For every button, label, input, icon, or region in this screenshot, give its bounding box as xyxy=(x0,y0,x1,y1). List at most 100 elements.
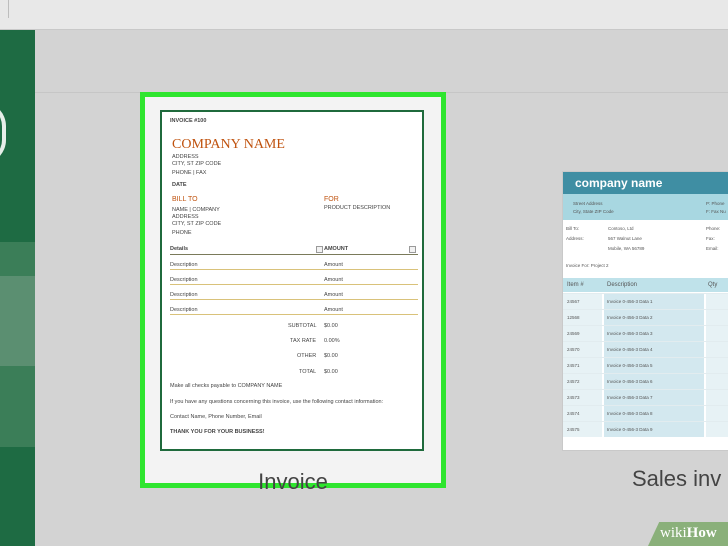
invoice-details-header: Details xyxy=(170,246,189,252)
sidebar-highlight xyxy=(0,276,35,366)
header-rule xyxy=(170,254,418,255)
row-item: 24573 xyxy=(567,395,580,400)
row-description: Invoice 0-456-3 Data 8 xyxy=(607,411,653,416)
col-description: Description xyxy=(607,282,638,288)
invoice-bill-name: NAME | COMPANY xyxy=(172,207,220,213)
invoice-template-card[interactable]: INVOICE #100 COMPANY NAME ADDRESS CITY, … xyxy=(140,92,446,494)
row-description: Invoice 0-456-3 Data 5 xyxy=(607,363,653,368)
invoice-date: DATE xyxy=(172,182,187,188)
sales-city-state: City, State ZIP Code xyxy=(573,209,614,214)
table-row: 24575 Invoice 0-456-3 Data 9 xyxy=(563,421,728,437)
invoice-template-title: Invoice xyxy=(258,469,328,494)
sales-bill-to-label: Bill To: xyxy=(566,226,580,231)
checks-note: Make all checks payable to COMPANY NAME xyxy=(170,383,283,389)
wikihow-watermark: wikiHow xyxy=(648,522,728,546)
invoice-bill-phone: PHONE xyxy=(172,230,192,236)
invoice-thumbnail: INVOICE #100 COMPANY NAME ADDRESS CITY, … xyxy=(160,110,424,451)
sales-phone: P: Phone xyxy=(706,201,725,206)
total-label: TOTAL xyxy=(299,369,317,375)
invoice-amount-header: AMOUNT xyxy=(324,246,349,252)
sales-address-band: Street Address City, State ZIP Code P: P… xyxy=(563,194,728,220)
invoice-bill-to: BILL TO xyxy=(172,196,198,203)
row-description: Invoice 0-456-3 Data 2 xyxy=(607,315,653,320)
table-row: 12568 Invoice 0-456-3 Data 2 xyxy=(563,309,728,325)
line-item-description: Description xyxy=(170,277,198,283)
sales-header-band: company name xyxy=(563,172,728,194)
amount-filter-icon xyxy=(409,246,416,253)
subtotal-value: $0.00 xyxy=(324,323,338,329)
col-item: Item # xyxy=(567,282,584,288)
sidebar-new-item[interactable] xyxy=(0,242,35,447)
sales-company-name: company name xyxy=(575,176,663,190)
sales-street: Street Address xyxy=(573,201,603,206)
thank-you-line: THANK YOU FOR YOUR BUSINESS! xyxy=(170,429,265,435)
line-item-rule xyxy=(170,269,418,270)
invoice-bill-city: CITY, ST ZIP CODE xyxy=(172,221,222,227)
sales-invoice-template-card[interactable]: company name Street Address City, State … xyxy=(563,172,728,450)
table-row: 24572 Invoice 0-456-3 Data 6 xyxy=(563,373,728,389)
row-item: 24567 xyxy=(567,299,580,304)
row-item: 24570 xyxy=(567,347,580,352)
sales-fax-label: Fax: xyxy=(706,236,715,241)
row-item: 24574 xyxy=(567,411,580,416)
tax-rate-value: 0.00% xyxy=(324,338,340,344)
sales-phone-label: Phone: xyxy=(706,226,721,231)
total-value: $0.00 xyxy=(324,369,338,375)
other-label: OTHER xyxy=(297,353,317,359)
table-row: 24569 Invoice 0-456-3 Data 3 xyxy=(563,325,728,341)
sales-address-value: 567 Walnut Lane xyxy=(608,236,642,241)
row-item: 24572 xyxy=(567,379,580,384)
sales-fax: F: Fax Nu xyxy=(706,209,726,214)
invoice-company-name: COMPANY NAME xyxy=(172,137,285,152)
invoice-number: INVOICE #100 xyxy=(170,118,207,124)
subtotal-label: SUBTOTAL xyxy=(288,323,317,329)
invoice-city: CITY, ST ZIP CODE xyxy=(172,161,222,167)
row-item: 24569 xyxy=(567,331,580,336)
row-description: Invoice 0-456-3 Data 1 xyxy=(607,299,653,304)
invoice-bill-address: ADDRESS xyxy=(172,214,199,220)
row-description: Invoice 0-456-3 Data 7 xyxy=(607,395,653,400)
watermark-prefix: wiki xyxy=(660,525,687,541)
invoice-phone-fax: PHONE | FAX xyxy=(172,170,207,176)
line-item-amount: Amount xyxy=(324,262,343,268)
tax-rate-label: TAX RATE xyxy=(290,338,317,344)
sales-address-label: Address: xyxy=(566,236,584,241)
invoice-for: FOR xyxy=(324,196,339,203)
row-description: Invoice 0-456-3 Data 4 xyxy=(607,347,653,352)
line-item-amount: Amount xyxy=(324,292,343,298)
contact-line: Contact Name, Phone Number, Email xyxy=(170,414,262,420)
line-item-rule xyxy=(170,314,418,315)
other-value: $0.00 xyxy=(324,353,338,359)
line-item-rule xyxy=(170,284,418,285)
table-row: 24567 Invoice 0-456-3 Data 1 xyxy=(563,293,728,309)
col-qty: Qty xyxy=(708,282,718,288)
row-description: Invoice 0-456-3 Data 3 xyxy=(607,331,653,336)
sales-invoice-for: Invoice For: Project 2 xyxy=(566,263,609,268)
invoice-address: ADDRESS xyxy=(172,154,199,160)
table-row: 24574 Invoice 0-456-3 Data 8 xyxy=(563,405,728,421)
watermark-suffix: How xyxy=(686,525,717,541)
window-top-bar xyxy=(0,0,728,30)
row-item: 12568 xyxy=(567,315,580,320)
table-row: 24570 Invoice 0-456-3 Data 4 xyxy=(563,341,728,357)
table-row: 24573 Invoice 0-456-3 Data 7 xyxy=(563,389,728,405)
sales-bill-to-value: Contoso, Ltd xyxy=(608,226,634,231)
excel-logo-icon xyxy=(0,102,6,164)
sales-table-header: Item # Description Qty xyxy=(563,278,728,292)
line-item-amount: Amount xyxy=(324,307,343,313)
table-row: 24571 Invoice 0-456-3 Data 5 xyxy=(563,357,728,373)
row-description: Invoice 0-456-3 Data 6 xyxy=(607,379,653,384)
line-item-description: Description xyxy=(170,307,198,313)
invoice-product-description: PRODUCT DESCRIPTION xyxy=(324,205,391,211)
toolbar-divider xyxy=(8,0,9,18)
questions-note: If you have any questions concerning thi… xyxy=(170,399,384,405)
sales-city-value: Mobile, WA 56789 xyxy=(608,246,645,251)
sales-email-label: Email: xyxy=(706,246,719,251)
excel-sidebar xyxy=(0,30,35,546)
line-item-description: Description xyxy=(170,262,198,268)
line-item-amount: Amount xyxy=(324,277,343,283)
watermark-text: wikiHow xyxy=(660,525,717,542)
line-item-rule xyxy=(170,299,418,300)
details-filter-icon xyxy=(316,246,323,253)
sales-invoice-template-title: Sales inv xyxy=(632,466,722,491)
